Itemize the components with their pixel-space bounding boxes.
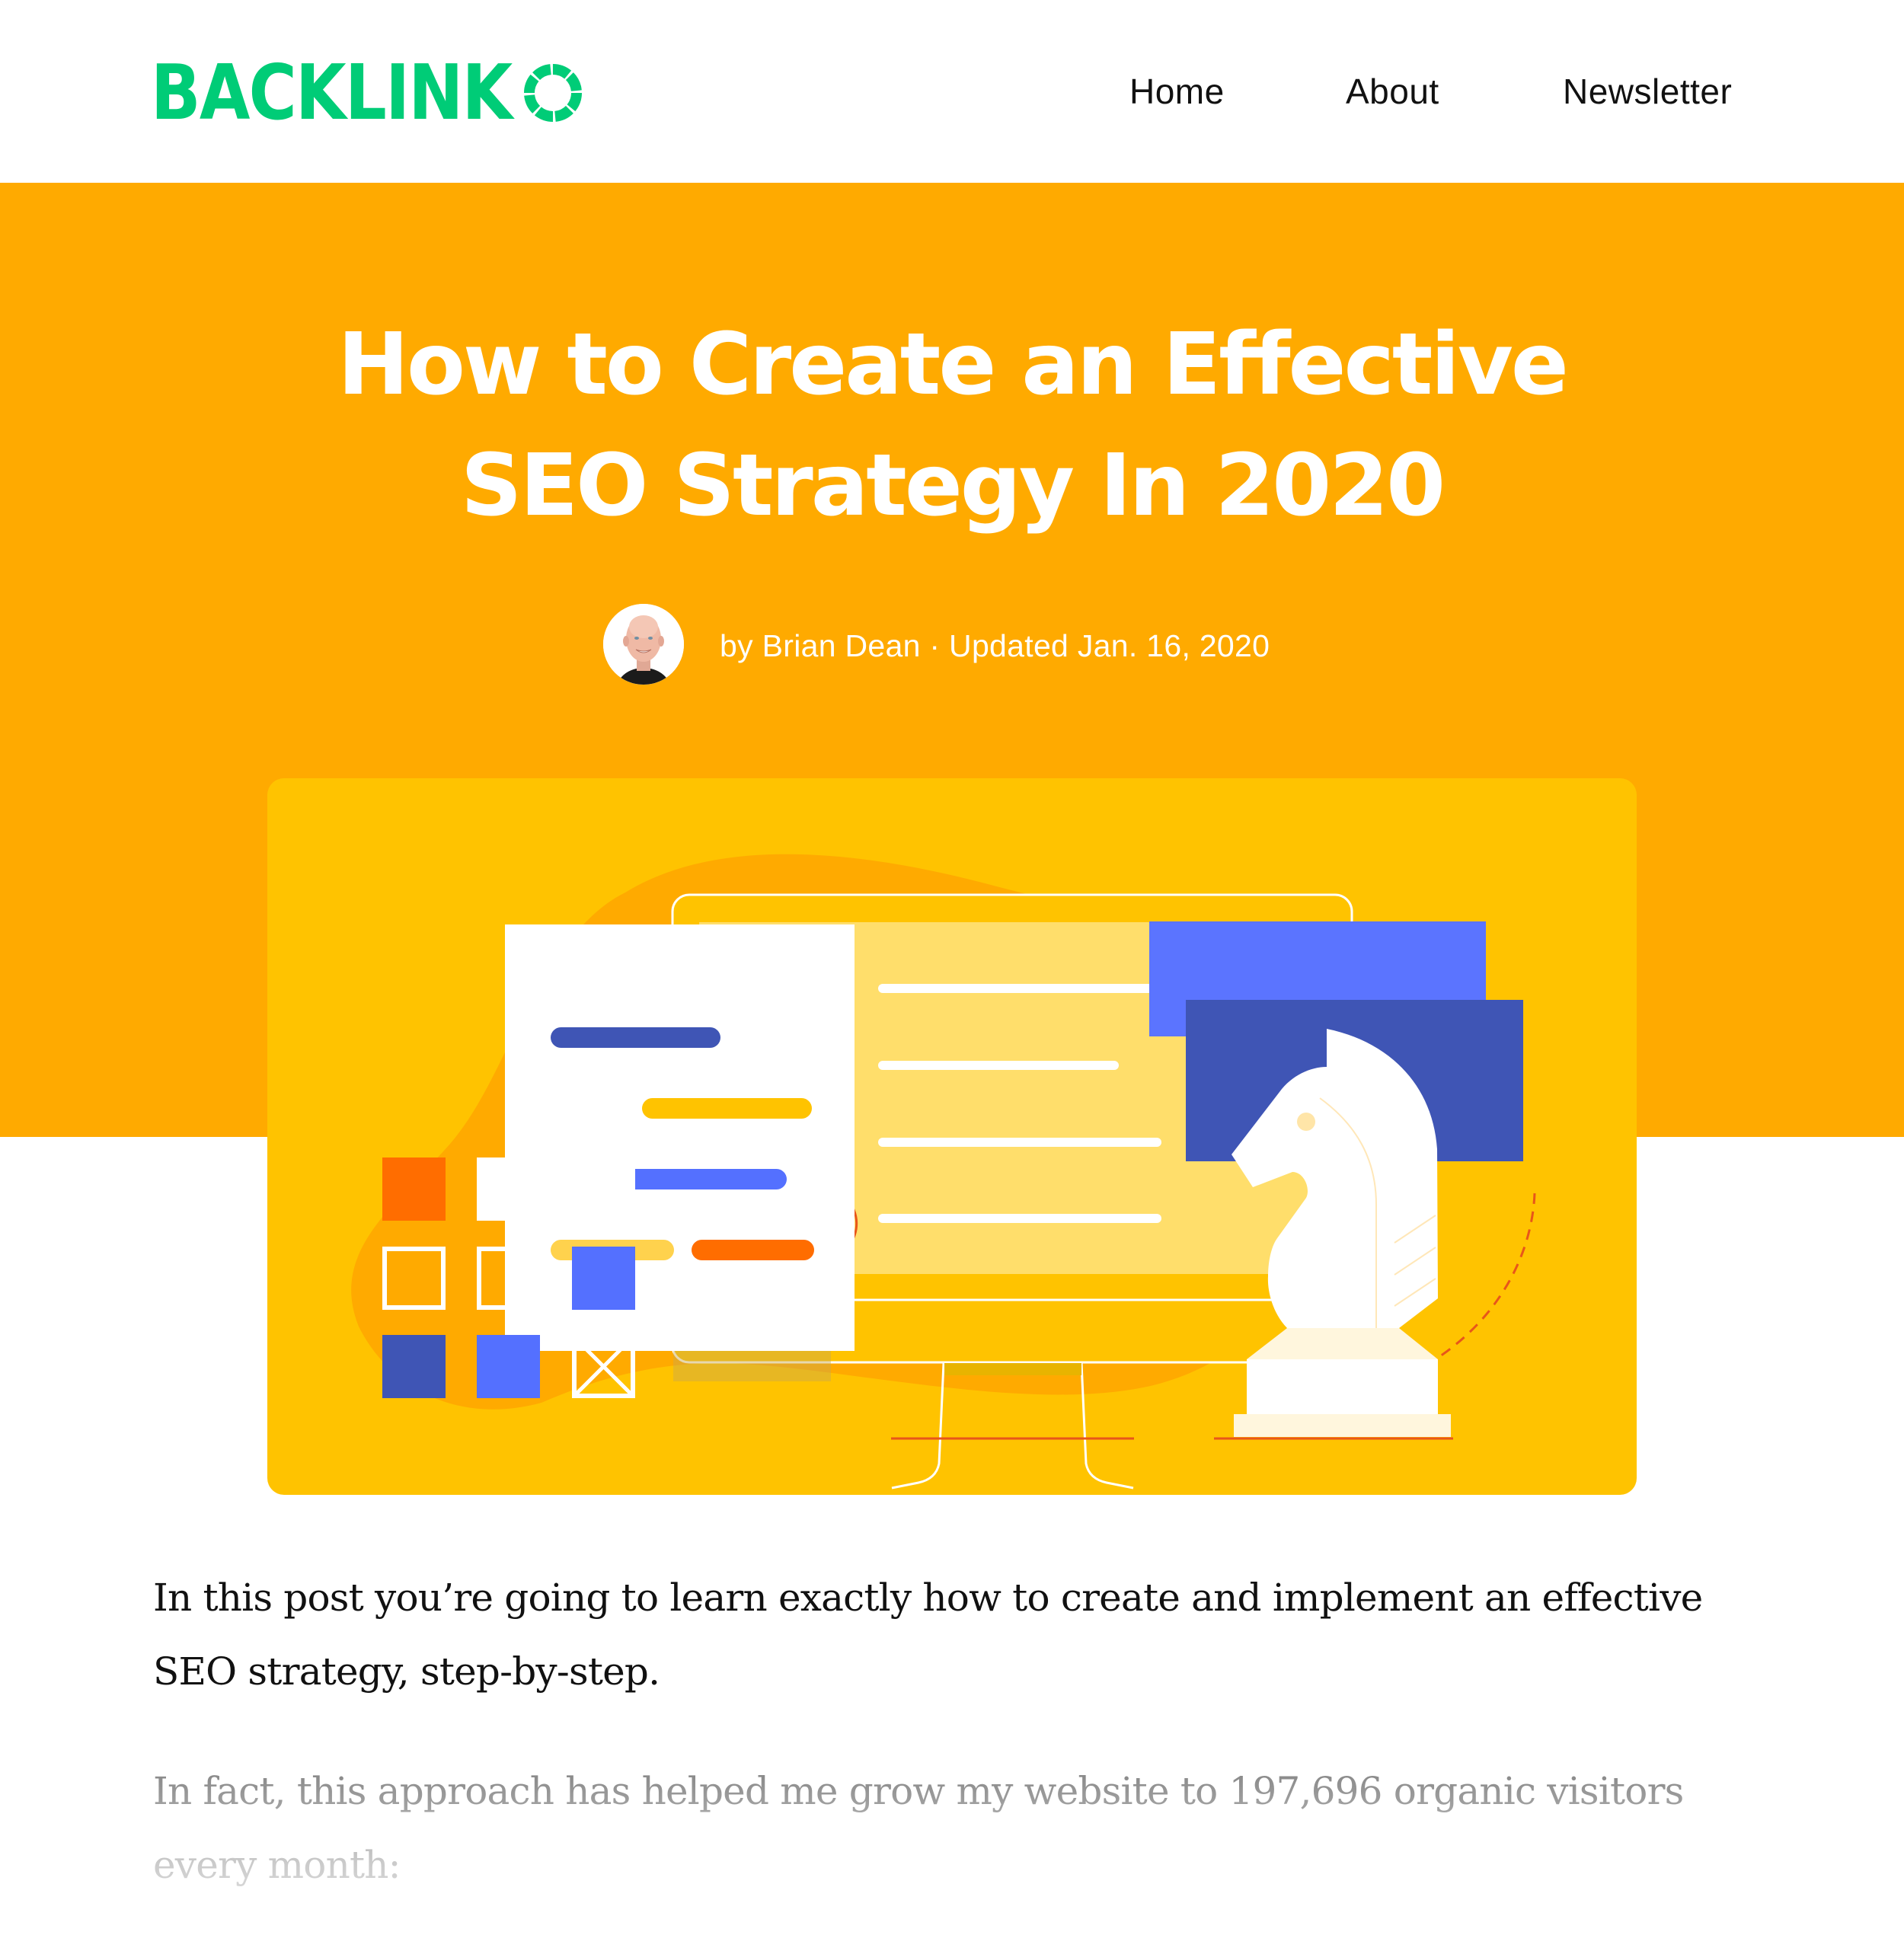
post-title-line-1: How to Create an Effective — [337, 315, 1569, 414]
intro-paragraph: In this post you’re going to learn exact… — [153, 1576, 1703, 1694]
post-title-line-2: SEO Strategy In 2020 — [460, 436, 1446, 535]
illustration-canvas — [351, 854, 1536, 1490]
nav-newsletter[interactable]: Newsletter — [1563, 69, 1732, 114]
byline: by Brian Dean · Updated Jan. 16, 2020 — [720, 628, 1270, 663]
author-avatar[interactable] — [603, 604, 684, 685]
post-title: How to Create an Effective SEO Strategy … — [0, 305, 1904, 547]
document-card-icon — [505, 924, 855, 1351]
main-nav: Home About Newsletter — [0, 69, 1904, 114]
site-header: BACKLINK Home About Newsletter — [0, 0, 1904, 183]
nav-home[interactable]: Home — [1129, 69, 1225, 114]
author-avatar-icon — [603, 604, 684, 685]
second-paragraph: In fact, this approach has helped me gro… — [153, 1769, 1684, 1887]
nav-about[interactable]: About — [1346, 69, 1439, 114]
featured-illustration — [267, 778, 1637, 1495]
